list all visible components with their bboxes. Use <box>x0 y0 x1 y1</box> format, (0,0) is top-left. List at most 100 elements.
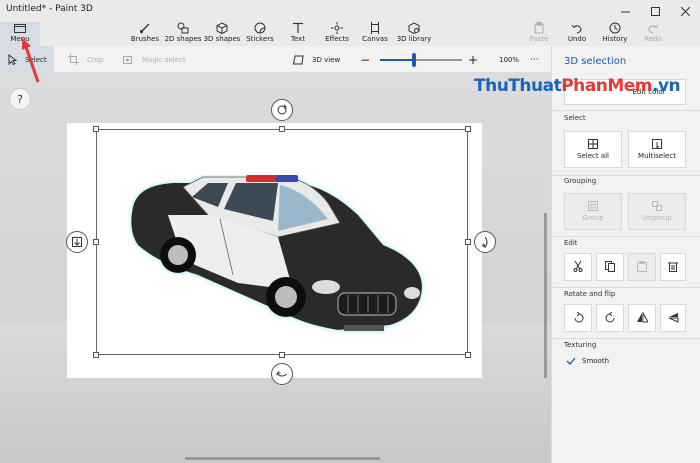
paste-button[interactable]: Paste <box>528 22 550 46</box>
paste-panel-icon <box>637 260 647 274</box>
push-depth-handle[interactable] <box>66 231 88 253</box>
tool-2d-shapes[interactable]: 2D shapes <box>165 22 201 46</box>
group-icon <box>588 201 598 211</box>
rotate-left-button[interactable] <box>564 304 592 332</box>
folder-icon <box>13 22 27 34</box>
rotate-y-icon <box>481 236 488 248</box>
crop-icon <box>68 54 79 65</box>
3d-view-toggle[interactable]: 3D view <box>293 46 340 73</box>
horizontal-scrollbar[interactable] <box>185 457 380 460</box>
zoom-slider[interactable] <box>380 46 462 73</box>
workspace: ? <box>0 73 551 463</box>
rotate-right-button[interactable] <box>596 304 624 332</box>
magic-select-label: Magic select <box>142 55 186 64</box>
tool-3d-library[interactable]: 3D library <box>397 22 431 46</box>
crop-button[interactable]: Crop <box>68 46 103 73</box>
delete-button[interactable] <box>660 253 686 281</box>
select-all-button[interactable]: Select all <box>564 131 622 168</box>
flip-vertical-button[interactable] <box>660 304 686 332</box>
rotate-x-handle[interactable] <box>271 363 293 385</box>
rotate-icon <box>277 104 287 115</box>
sticker-icon <box>253 22 267 34</box>
maximize-icon <box>650 6 660 16</box>
shapes-2d-icon <box>176 22 190 34</box>
more-options-button[interactable]: ··· <box>530 46 539 73</box>
rotate-left-icon <box>573 311 584 325</box>
selection-box[interactable] <box>96 129 468 355</box>
resize-handle-e[interactable] <box>465 239 471 245</box>
help-button[interactable]: ? <box>9 88 31 110</box>
tool-brushes[interactable]: Brushes <box>130 22 160 46</box>
panel-title: 3D selection <box>564 56 627 67</box>
zoom-level[interactable]: 100% <box>499 46 519 73</box>
maximize-button[interactable] <box>640 0 670 22</box>
history-button[interactable]: History <box>603 22 627 46</box>
text-icon <box>291 22 305 34</box>
resize-handle-n[interactable] <box>279 126 285 132</box>
plus-icon: + <box>468 52 479 67</box>
zoom-slider-track <box>380 52 462 67</box>
tool-stickers[interactable]: Stickers <box>246 22 274 46</box>
title-bar: Untitled* - Paint 3D <box>0 0 700 22</box>
redo-button[interactable]: Redo <box>642 22 664 46</box>
flip-horizontal-button[interactable] <box>628 304 656 332</box>
more-icon: ··· <box>530 54 539 65</box>
magic-select-button[interactable]: Magic select <box>123 46 186 73</box>
rotate-y-handle[interactable] <box>474 231 496 253</box>
edit-heading: Edit <box>564 239 578 247</box>
trash-icon <box>668 261 678 274</box>
redo-icon <box>646 22 660 34</box>
effects-icon <box>330 22 344 34</box>
tool-text[interactable]: Text <box>286 22 310 46</box>
multiselect-button[interactable]: Multiselect <box>628 131 686 168</box>
resize-handle-s[interactable] <box>279 352 285 358</box>
rotate-x-icon <box>276 370 288 377</box>
minimize-button[interactable] <box>610 0 640 22</box>
canvas-icon <box>368 22 382 34</box>
resize-handle-se[interactable] <box>465 352 471 358</box>
copy-button[interactable] <box>596 253 624 281</box>
flip-horizontal-icon <box>636 310 649 325</box>
ribbon: Menu Brushes 2D shapes 3D shapes Sticker… <box>0 22 700 46</box>
push-back-icon <box>72 237 82 247</box>
window-title: Untitled* - Paint 3D <box>6 4 93 14</box>
close-button[interactable] <box>670 0 700 22</box>
texturing-heading: Texturing <box>564 341 597 349</box>
minimize-icon <box>620 11 630 12</box>
flip-vertical-icon <box>668 312 679 325</box>
paste-panel-button[interactable] <box>628 253 656 281</box>
tool-3d-shapes[interactable]: 3D shapes <box>204 22 240 46</box>
cut-icon <box>573 260 583 274</box>
undo-icon <box>570 22 584 34</box>
undo-button[interactable]: Undo <box>566 22 588 46</box>
vertical-scrollbar[interactable] <box>544 213 547 378</box>
resize-handle-w[interactable] <box>93 239 99 245</box>
crop-label: Crop <box>87 55 104 64</box>
zoom-in-button[interactable]: + <box>468 46 478 73</box>
rotate-flip-heading: Rotate and flip <box>564 290 616 298</box>
cut-button[interactable] <box>564 253 592 281</box>
history-icon <box>608 22 622 34</box>
checkmark-icon <box>566 357 576 365</box>
minus-icon: − <box>360 52 371 67</box>
resize-handle-sw[interactable] <box>93 352 99 358</box>
ungroup-button[interactable]: Ungroup <box>628 193 686 230</box>
zoom-slider-fill <box>380 58 415 61</box>
group-button[interactable]: Group <box>564 193 622 230</box>
view-3d-icon <box>293 55 304 65</box>
zoom-slider-thumb[interactable] <box>412 52 417 67</box>
tool-effects[interactable]: Effects <box>324 22 350 46</box>
smooth-checkbox[interactable]: Smooth <box>566 357 609 365</box>
cursor-icon <box>8 54 17 65</box>
zoom-out-button[interactable]: − <box>360 46 370 73</box>
cube-icon <box>215 22 229 34</box>
tool-canvas[interactable]: Canvas <box>362 22 388 46</box>
rotate-z-handle[interactable] <box>271 99 293 121</box>
library-icon <box>407 22 421 34</box>
3d-selection-panel: 3D selection Edit color Select Select al… <box>551 46 700 463</box>
resize-handle-ne[interactable] <box>465 126 471 132</box>
resize-handle-nw[interactable] <box>93 126 99 132</box>
paste-icon <box>532 22 546 34</box>
rotate-right-icon <box>605 311 616 325</box>
3d-view-label: 3D view <box>312 55 341 64</box>
